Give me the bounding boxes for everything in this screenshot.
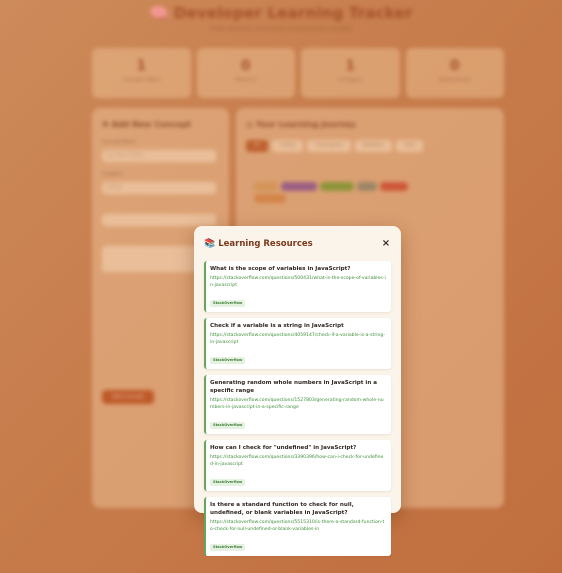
- resource-item: What is the scope of variables in JavaSc…: [204, 261, 391, 312]
- books-icon: 📚: [204, 238, 216, 249]
- modal-title: 📚 Learning Resources: [204, 239, 313, 249]
- resource-link[interactable]: https://stackoverflow.com/questions/4059…: [210, 332, 386, 346]
- source-badge: StackOverflow: [210, 422, 246, 429]
- modal-header: 📚 Learning Resources ×: [204, 237, 391, 251]
- resource-item: How can I check for "undefined" in JavaS…: [204, 440, 391, 491]
- resource-title: Check if a variable is a string in JavaS…: [210, 323, 344, 329]
- resources-modal: 📚 Learning Resources × What is the scope…: [194, 226, 401, 556]
- resource-title: What is the scope of variables in JavaSc…: [210, 266, 351, 272]
- resource-title: Generating random whole numbers in JavaS…: [210, 380, 378, 394]
- resource-link[interactable]: https://stackoverflow.com/questions/5515…: [210, 519, 386, 533]
- modal-title-text: Learning Resources: [218, 239, 313, 249]
- source-badge: StackOverflow: [210, 357, 246, 364]
- source-badge: StackOverflow: [210, 300, 246, 307]
- resource-list: What is the scope of variables in JavaSc…: [204, 261, 391, 556]
- source-badge: StackOverflow: [210, 479, 246, 486]
- resource-item: Is there a standard function to check fo…: [204, 497, 391, 556]
- resource-link[interactable]: https://stackoverflow.com/questions/3390…: [210, 454, 386, 468]
- resource-title: Is there a standard function to check fo…: [210, 502, 354, 516]
- source-badge: StackOverflow: [210, 544, 246, 551]
- resource-item: Check if a variable is a string in JavaS…: [204, 318, 391, 369]
- resource-title: How can I check for "undefined" in JavaS…: [210, 445, 357, 451]
- resource-link[interactable]: https://stackoverflow.com/questions/1527…: [210, 397, 386, 411]
- resource-item: Generating random whole numbers in JavaS…: [204, 375, 391, 434]
- resource-link[interactable]: https://stackoverflow.com/questions/5004…: [210, 275, 386, 289]
- close-button[interactable]: ×: [381, 239, 391, 249]
